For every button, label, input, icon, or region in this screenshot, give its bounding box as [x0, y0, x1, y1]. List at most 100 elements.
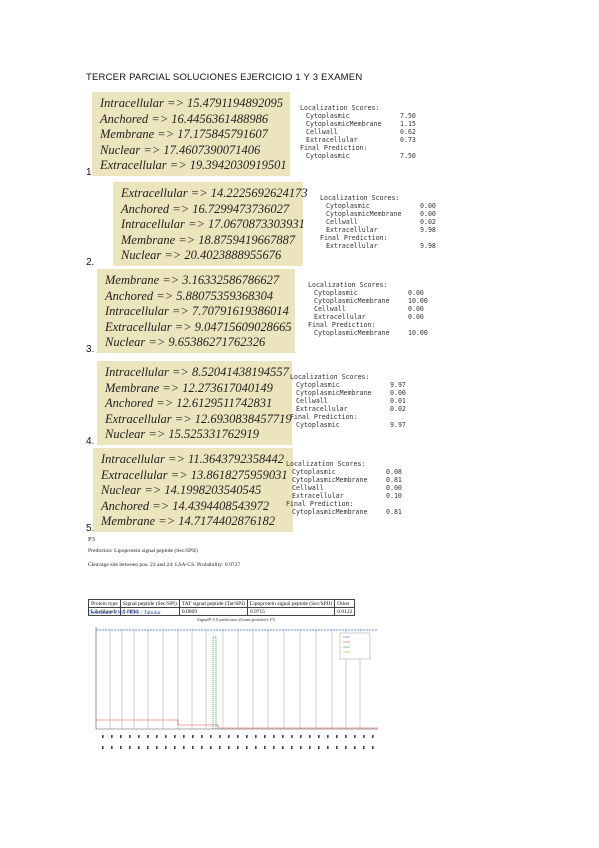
plot-residue-mark	[201, 746, 203, 749]
plot-residue-mark	[246, 746, 248, 749]
plot-residue-mark	[318, 735, 320, 738]
distance-line: Nuclear => 17.4607390071406	[100, 142, 261, 157]
distance-line: Nuclear => 14.1998203540545	[101, 483, 262, 497]
score-value: 0.01	[390, 397, 406, 405]
distance-line: Extracellular => 9.04715609028665	[105, 319, 292, 334]
score-value: 0.00	[408, 305, 424, 313]
plot-residue-mark	[345, 746, 347, 749]
distance-line: Intracellular => 17.0670873303931	[121, 217, 305, 231]
distance-line: Membrane => 3.16332586786627	[105, 273, 280, 287]
question-number: 4.	[86, 436, 95, 447]
plot-residue-mark	[309, 735, 311, 738]
localization-scores: Localization Scores: Cytoplasmic 0.08 Cytop…	[286, 460, 446, 530]
plot-residue-mark	[354, 746, 356, 749]
plot-residue-mark	[147, 746, 149, 749]
score-label: Cellwall	[296, 397, 328, 405]
score-label: Extracellular	[314, 313, 366, 321]
score-label: Cytoplasmic	[314, 289, 358, 297]
distance-line: Nuclear => 20.4023888955676	[121, 248, 282, 262]
plot-residue-mark	[255, 746, 257, 749]
score-label: Cellwall	[306, 128, 338, 136]
distance-line: Nuclear => 9.65386271762326	[105, 335, 266, 349]
plot-residue-mark	[300, 735, 302, 738]
plot-residue-mark	[282, 746, 284, 749]
plot-residue-mark	[210, 735, 212, 738]
score-label: Cytoplasmic	[306, 112, 350, 120]
plot-residue-mark	[219, 735, 221, 738]
final-prediction-class: CytoplasmicMembrane	[314, 329, 390, 337]
score-value: 10.00	[408, 297, 428, 305]
distance-line: Nuclear => 15.525331762919	[105, 427, 260, 441]
final-prediction-label: Final Prediction:	[320, 234, 388, 242]
plot-residue-mark	[102, 746, 104, 749]
plot-residue-mark	[201, 735, 203, 738]
plot-residue-mark	[165, 735, 167, 738]
plot-residue-mark	[336, 735, 338, 738]
localization-scores: Localization Scores: Cytoplasmic 0.00 Cytop…	[320, 194, 480, 264]
distance-line: Anchored => 14.4394408543972	[101, 498, 270, 513]
plot-residue-mark	[273, 746, 275, 749]
score-value: 0.08	[386, 468, 402, 476]
plot-residue-mark	[264, 735, 266, 738]
score-label: Cytoplasmic	[292, 468, 336, 476]
plot-residue-mark	[129, 746, 131, 749]
distance-results-box: Intracellular => 8.52041438194557 Membran…	[97, 361, 292, 445]
distance-line: Membrane => 17.175845791607	[100, 127, 268, 141]
localization-scores: Localization Scores: Cytoplasmic 7.50 Cytop…	[300, 104, 460, 174]
document-title: TERCER PARCIAL SOLUCIONES EJERCICIO 1 Y …	[86, 72, 363, 83]
plot-residue-mark	[111, 735, 113, 738]
score-label: Extracellular	[306, 136, 358, 144]
table-header-cell: Lipoprotein signal peptide (Sec/SPII)	[246, 599, 336, 608]
final-prediction-value: 10.00	[408, 329, 428, 337]
score-value: 0.81	[386, 476, 402, 484]
final-prediction-label: Final Prediction:	[286, 500, 354, 508]
score-label: Extracellular	[326, 226, 378, 234]
plot-residue-mark	[318, 746, 320, 749]
table-header-cell: Signal peptide (Sec/SPI)	[119, 599, 180, 608]
plot-residue-mark	[327, 746, 329, 749]
plot-residue-mark	[174, 746, 176, 749]
score-value: 0.02	[420, 218, 436, 226]
plot-residue-mark	[327, 735, 329, 738]
score-label: CytoplasmicMembrane	[326, 210, 402, 218]
download-links[interactable]: Download: PNG / EPS / Tabular	[88, 610, 161, 616]
final-prediction-class: Cytoplasmic	[296, 421, 340, 429]
distance-line: Extracellular => 13.8618275959031	[101, 467, 288, 482]
plot-residue-mark	[165, 746, 167, 749]
final-prediction-class: CytoplasmicMembrane	[292, 508, 368, 516]
distance-line: Membrane => 18.8759419667887	[121, 232, 296, 247]
plot-residue-mark	[219, 746, 221, 749]
plot-residue-mark	[273, 735, 275, 738]
plot-residue-mark	[291, 735, 293, 738]
scores-header: Localization Scores:	[308, 281, 388, 289]
distance-line: Membrane => 14.7174402876182	[101, 514, 276, 528]
plot-residue-mark	[237, 746, 239, 749]
plot-residue-mark	[228, 746, 230, 749]
plot-residue-mark	[120, 746, 122, 749]
localization-scores: Localization Scores: Cytoplasmic 0.00 Cytop…	[308, 281, 468, 351]
distance-line: Membrane => 12.273617040149	[105, 380, 273, 395]
plot-residue-mark	[345, 735, 347, 738]
plot-residue-mark	[309, 746, 311, 749]
plot-residue-mark	[255, 735, 257, 738]
plot-residue-mark	[354, 735, 356, 738]
plot-residue-mark	[111, 746, 113, 749]
table-header-cell: Other	[334, 599, 356, 608]
score-value: 0.10	[386, 492, 402, 500]
plot-residue-mark	[174, 735, 176, 738]
distance-results-box: Intracellular => 11.3643792358442 Extrace…	[93, 448, 293, 532]
score-value: 0.73	[400, 136, 416, 144]
plot-residue-mark	[372, 746, 374, 749]
question-number: 3.	[86, 344, 95, 355]
final-prediction-value: 9.97	[390, 421, 406, 429]
plot-residue-mark	[138, 735, 140, 738]
prediction-text: Prediction: Lipoprotein signal peptide (…	[88, 548, 198, 554]
distance-line: Intracellular => 7.70791619386014	[105, 304, 289, 318]
distance-line: Intracellular => 8.52041438194557	[105, 365, 289, 379]
plot-residue-mark	[147, 735, 149, 738]
score-value: 1.15	[400, 120, 416, 128]
table-cell: 0.0122	[334, 607, 356, 616]
plot-residue-mark	[264, 746, 266, 749]
table-header-row: Protein type Signal peptide (Sec/SPI) TA…	[88, 599, 356, 608]
final-prediction-label: Final Prediction:	[290, 413, 358, 421]
